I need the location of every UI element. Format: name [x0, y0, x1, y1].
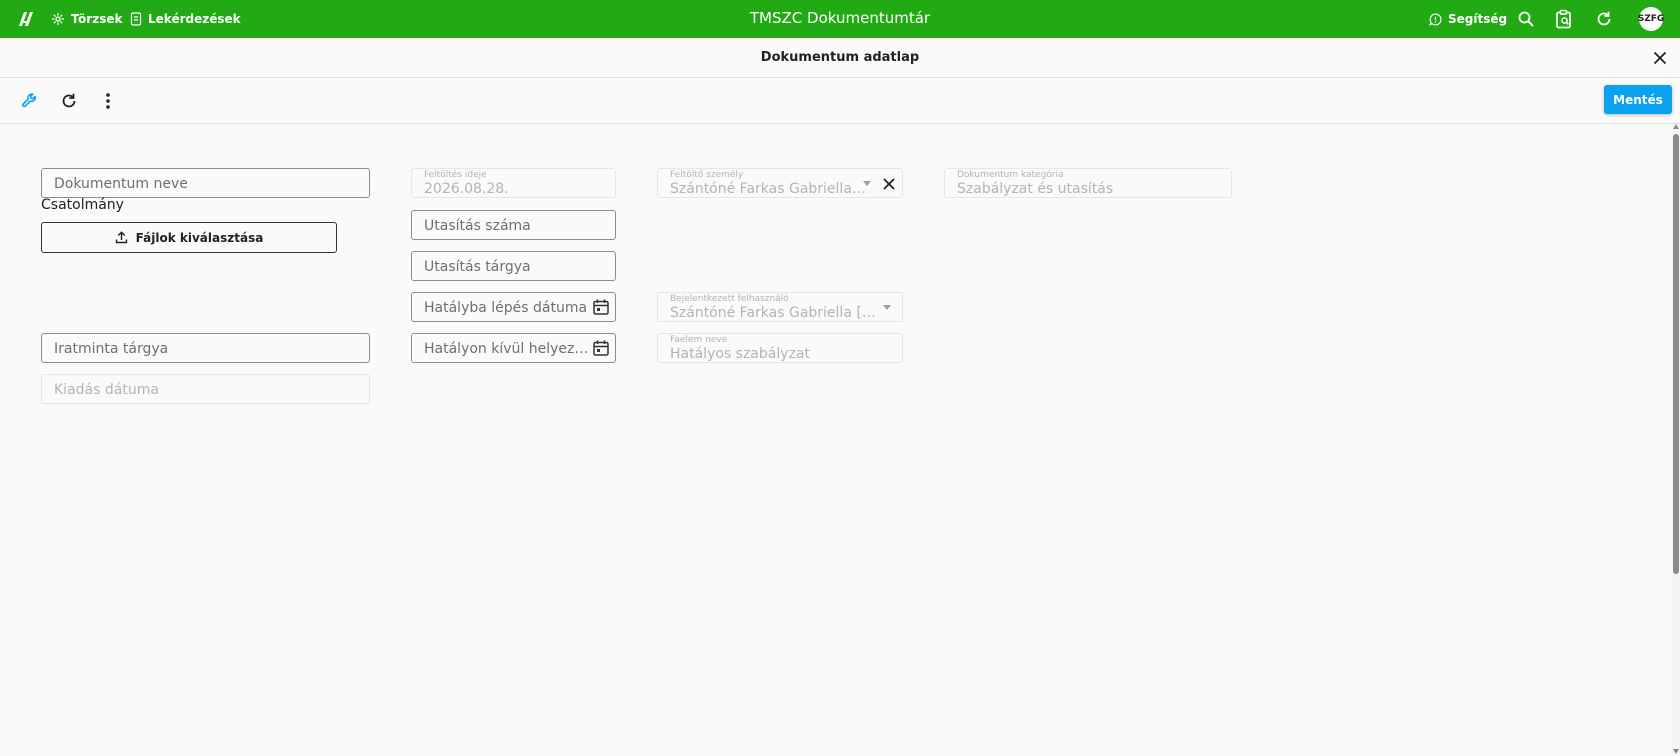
nav-lekerdezesek-label: Lekérdezések	[148, 12, 241, 26]
instruction-subject-field[interactable]: Utasítás tárgya	[411, 251, 616, 281]
more-vertical-icon[interactable]	[94, 87, 122, 115]
issue-date-placeholder: Kiadás dátuma	[54, 382, 159, 398]
scrollbar-thumb[interactable]	[1673, 134, 1679, 574]
help-label: Segítség	[1448, 12, 1508, 26]
avatar[interactable]: SZFG	[1638, 7, 1664, 31]
wrench-icon[interactable]	[16, 87, 44, 115]
help-button[interactable]: Segítség	[1429, 0, 1507, 38]
chevron-down-icon[interactable]	[863, 181, 871, 186]
reload-icon[interactable]	[55, 87, 83, 115]
tree-node-name-field: Faelem neve Hatályos szabályzat	[657, 333, 903, 363]
nav-lekerdezesek[interactable]: Lekérdezések	[130, 0, 241, 38]
revocation-date-field[interactable]: Hatályon kívül helyezés dátuma	[411, 333, 616, 363]
nav-torzsek-label: Törzsek	[71, 12, 123, 26]
file-select-label: Fájlok kiválasztása	[135, 230, 264, 245]
attachment-label: Csatolmány	[41, 197, 124, 213]
app-title: TMSZC Dokumentumtár	[749, 9, 931, 27]
clipboard-search-icon[interactable]	[1552, 7, 1576, 31]
document-category-label: Dokumentum kategória	[957, 170, 1064, 180]
page-title: Dokumentum adatlap	[760, 50, 920, 65]
instruction-subject-placeholder: Utasítás tárgya	[424, 259, 531, 275]
close-icon[interactable]	[1648, 46, 1672, 70]
calendar-icon[interactable]	[592, 298, 610, 316]
help-icon	[1429, 13, 1442, 26]
save-button[interactable]: Mentés	[1604, 85, 1672, 114]
upload-icon	[115, 231, 127, 244]
revocation-date-placeholder: Hatályon kívül helyezés dátuma	[424, 341, 590, 357]
template-subject-placeholder: Iratminta tárgya	[54, 341, 169, 357]
logged-in-user-label: Bejelentkezett felhasználó	[670, 294, 789, 304]
instruction-number-placeholder: Utasítás száma	[424, 218, 531, 234]
app-logo-icon[interactable]	[16, 9, 36, 29]
calendar-icon[interactable]	[592, 339, 610, 357]
tree-node-name-value: Hatályos szabályzat	[670, 346, 810, 362]
document-name-placeholder: Dokumentum neve	[54, 176, 188, 192]
uploader-value: Szántóné Farkas Gabriella [2...	[670, 181, 868, 197]
uploader-field[interactable]: Feltöltő személy Szántóné Farkas Gabriel…	[657, 168, 903, 198]
clear-icon[interactable]	[880, 175, 898, 193]
refresh-icon[interactable]	[1592, 7, 1616, 31]
upload-date-value: 2026.08.28.	[424, 181, 509, 197]
torzsek-icon	[52, 13, 64, 25]
nav-torzsek[interactable]: Törzsek	[51, 0, 122, 38]
chevron-down-icon	[883, 305, 891, 310]
scroll-up-icon[interactable]	[1673, 124, 1679, 129]
effective-date-placeholder: Hatályba lépés dátuma	[424, 300, 588, 316]
document-category-field: Dokumentum kategória Szabályzat és utasí…	[944, 168, 1232, 198]
template-subject-field[interactable]: Iratminta tárgya	[41, 333, 370, 363]
search-icon[interactable]	[1514, 7, 1538, 31]
upload-date-label: Feltöltés ideje	[424, 170, 487, 180]
document-category-value: Szabályzat és utasítás	[957, 181, 1114, 197]
document-name-field[interactable]: Dokumentum neve	[41, 168, 370, 198]
logged-in-user-value: Szántóné Farkas Gabriella [2...	[670, 305, 880, 321]
scroll-down-icon[interactable]	[1673, 749, 1679, 754]
document-icon	[130, 12, 142, 26]
issue-date-field: Kiadás dátuma	[41, 374, 370, 404]
effective-date-field[interactable]: Hatályba lépés dátuma	[411, 292, 616, 322]
dialog-header: Dokumentum adatlap	[0, 38, 1680, 78]
upload-date-field: Feltöltés ideje 2026.08.28.	[411, 168, 616, 198]
instruction-number-field[interactable]: Utasítás száma	[411, 210, 616, 240]
file-select-button[interactable]: Fájlok kiválasztása	[41, 222, 337, 253]
top-navigation-bar: Törzsek Lekérdezések TMSZC Dokumentumtár…	[0, 0, 1680, 38]
uploader-label: Feltöltő személy	[670, 170, 744, 180]
tree-node-name-label: Faelem neve	[670, 335, 728, 345]
toolbar: Mentés	[0, 78, 1680, 124]
logged-in-user-field: Bejelentkezett felhasználó Szántóné Fark…	[657, 292, 903, 322]
